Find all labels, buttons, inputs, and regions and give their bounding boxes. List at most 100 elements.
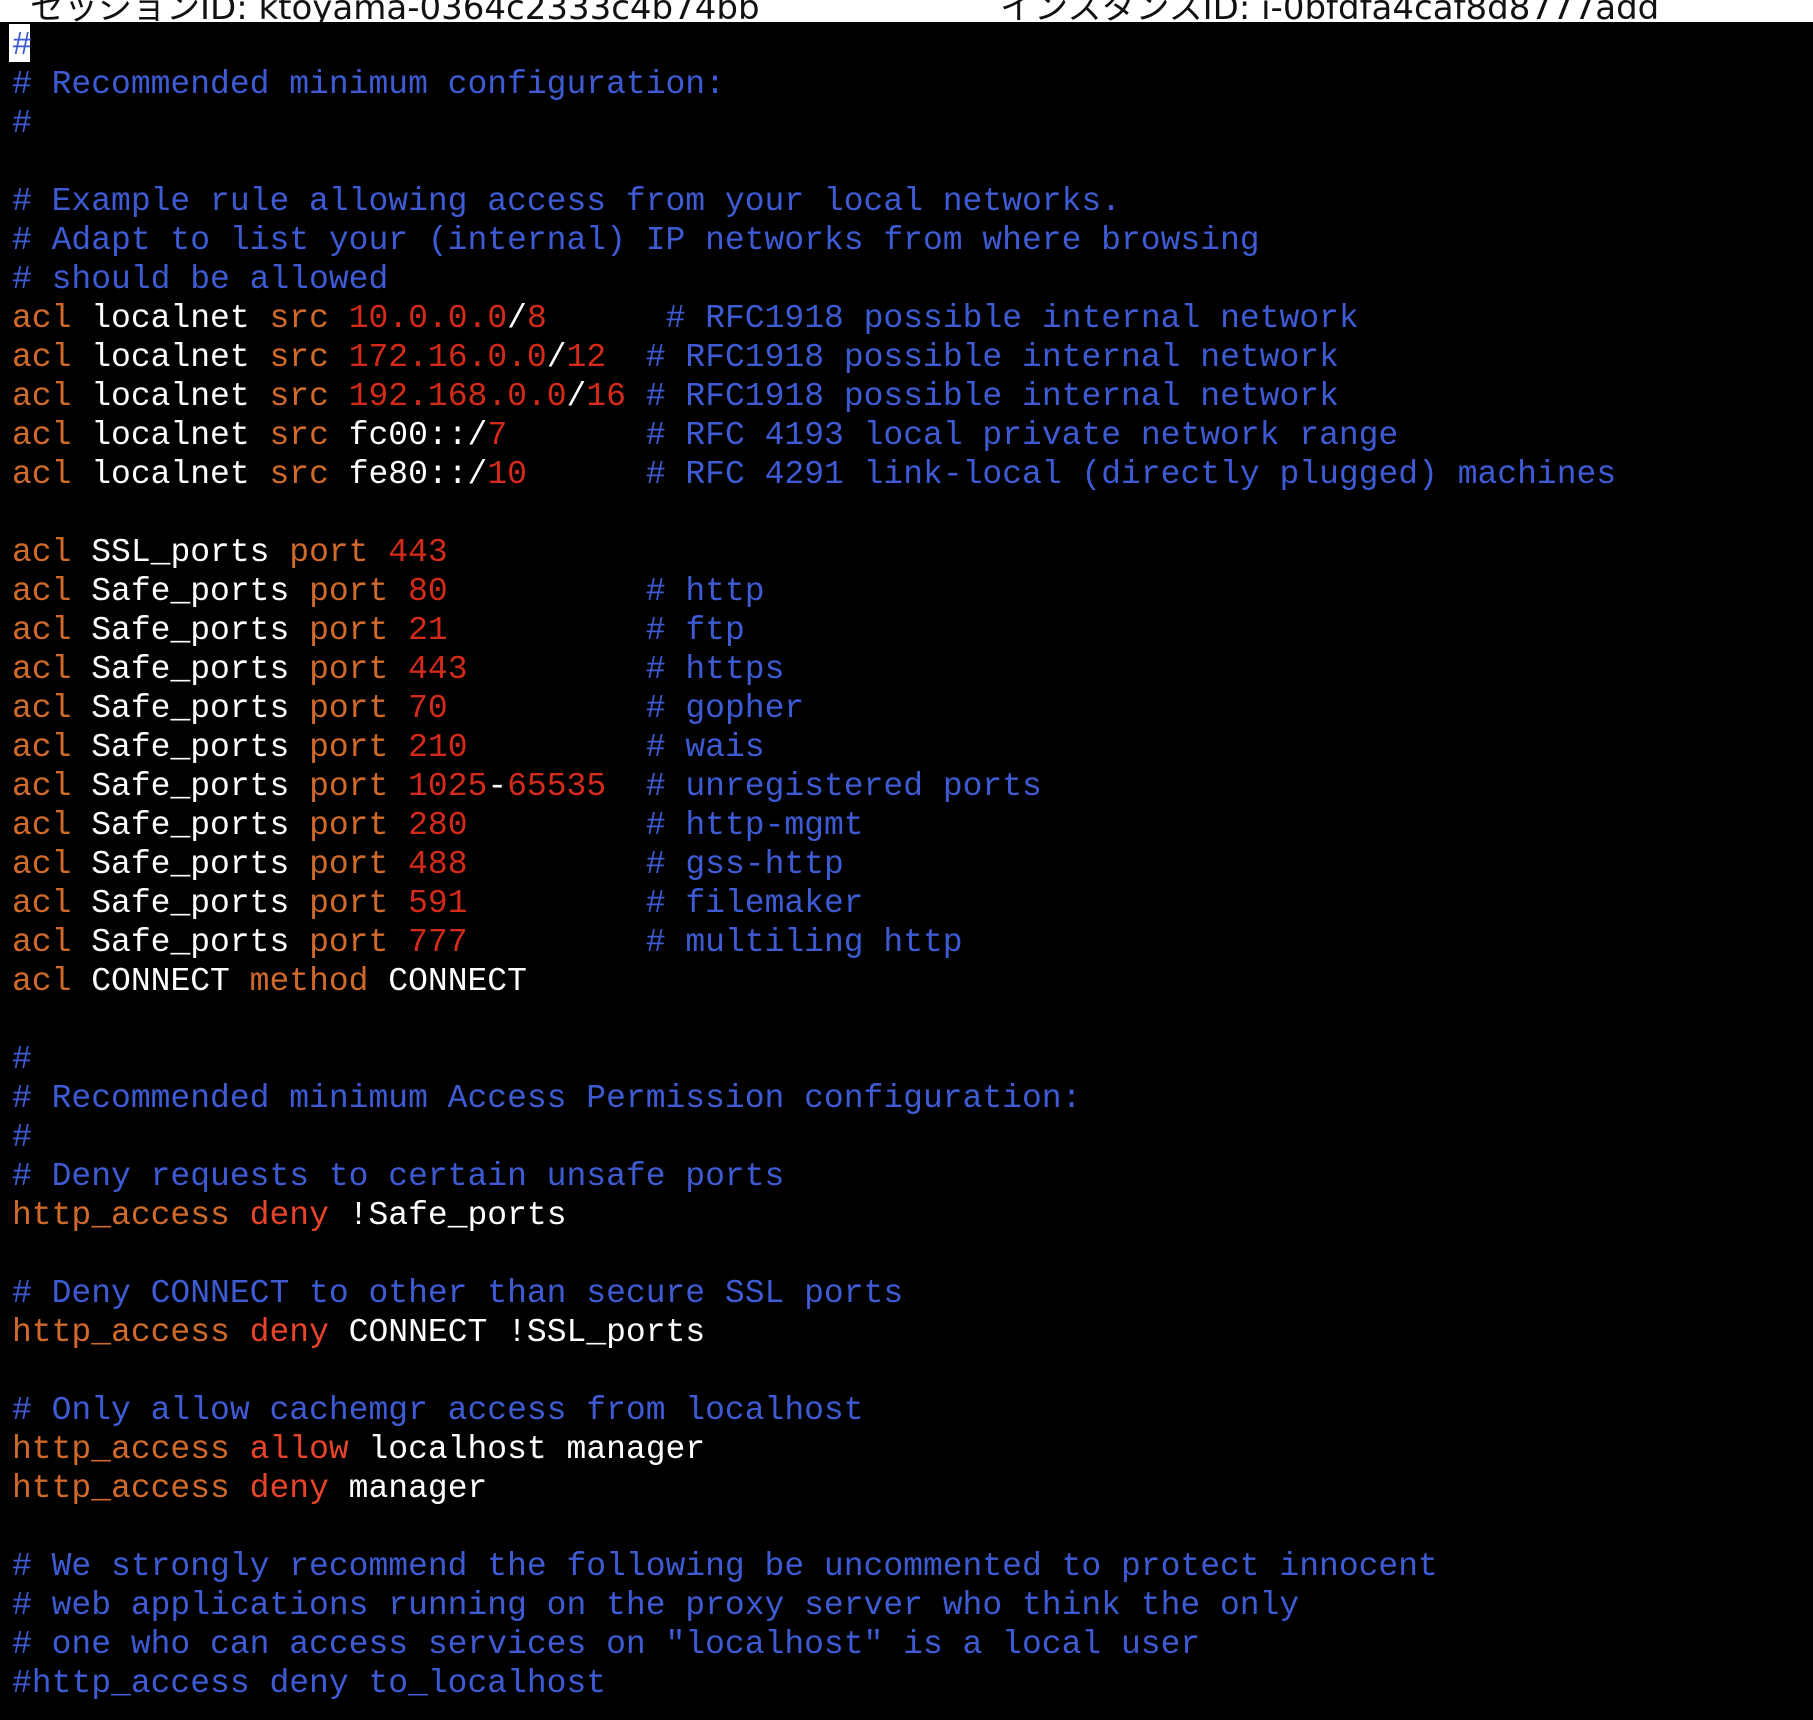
config-line: # Example rule allowing access from your… [12,182,1616,221]
config-line: # Only allow cachemgr access from localh… [12,1391,1616,1430]
token-kw: src [269,378,329,415]
token-op: deny [249,1314,329,1351]
token-tx [388,729,408,766]
token-kw: acl [12,651,72,688]
token-op: deny [249,1470,329,1507]
token-kw: http_access [12,1314,230,1351]
token-kw: src [269,339,329,376]
token-c: # Adapt to list your (internal) IP netwo… [12,222,1260,259]
config-line: acl Safe_ports port 591 # filemaker [12,884,1616,923]
config-file-content[interactable]: # # Recommended minimum configuration: # #… [12,26,1616,1703]
token-kw: acl [12,690,72,727]
token-num: 210 [408,729,468,766]
token-tx [468,729,646,766]
config-line: acl localnet src 10.0.0.0/8 # RFC1918 po… [12,299,1616,338]
config-line: # [12,1118,1616,1157]
config-line: http_access deny manager [12,1469,1616,1508]
token-kw: acl [12,456,72,493]
token-kw: port [309,612,389,649]
token-tx: Safe_ports [71,807,310,844]
token-tx [388,690,408,727]
token-num: 192.168.0.0 [348,378,567,415]
token-tx: CONNECT [71,963,250,1000]
config-line: acl Safe_ports port 210 # wais [12,728,1616,767]
token-c: #http_access deny to_localhost [12,1665,607,1702]
config-line: acl Safe_ports port 1025-65535 # unregis… [12,767,1616,806]
token-tx: CONNECT [368,963,527,1000]
token-c: # We strongly recommend the following be… [12,1548,1438,1585]
token-num: 591 [408,885,468,922]
config-line: # Deny CONNECT to other than secure SSL … [12,1274,1616,1313]
token-tx [468,885,646,922]
token-kw: acl [12,300,72,337]
token-c: # [12,1119,32,1156]
token-kw: http_access [12,1431,230,1468]
token-num: 70 [408,690,448,727]
token-tx: !Safe_ports [328,1197,567,1234]
config-line: # [12,26,1616,65]
token-kw: acl [12,378,72,415]
config-line: http_access deny CONNECT !SSL_ports [12,1313,1616,1352]
token-c: # RFC1918 possible internal network [665,300,1359,337]
config-line: http_access allow localhost manager [12,1430,1616,1469]
token-tx: manager [328,1470,488,1507]
token-c: # [12,1041,32,1078]
token-tx [468,651,646,688]
token-c: # should be allowed [12,261,389,298]
token-tx: Safe_ports [71,768,310,805]
config-line: # [12,104,1616,143]
token-tx: fe80::/ [328,456,488,493]
token-tx: Safe_ports [71,885,310,922]
token-tx: CONNECT !SSL_ports [328,1314,706,1351]
token-tx: localhost manager [348,1431,706,1468]
token-kw: acl [12,924,72,961]
token-tx [388,846,408,883]
token-kw: acl [12,846,72,883]
config-line: # [12,1040,1616,1079]
token-kw: port [309,924,389,961]
token-kw: acl [12,807,72,844]
token-tx [388,612,408,649]
token-tx [230,1431,250,1468]
token-tx [448,612,646,649]
token-tx [507,417,646,454]
token-num: 8 [526,300,547,337]
config-line: # Adapt to list your (internal) IP netwo… [12,221,1616,260]
token-tx [230,1197,250,1234]
token-tx [547,300,666,337]
token-kw: acl [12,768,72,805]
token-num: 172.16.0.0 [348,339,547,376]
token-kw: acl [12,612,72,649]
token-tx: / [566,378,587,415]
token-kw: acl [12,534,72,571]
config-line: acl SSL_ports port 443 [12,533,1616,572]
config-line: acl Safe_ports port 443 # https [12,650,1616,689]
session-id-label: セッションID: ktoyama-0364c2333c4b74bb [30,0,760,22]
config-line: acl CONNECT method CONNECT [12,962,1616,1001]
token-tx [527,456,646,493]
config-line: acl localnet src 192.168.0.0/16 # RFC191… [12,377,1616,416]
token-num: 443 [388,534,448,571]
token-kw: port [309,807,389,844]
config-line: acl localnet src 172.16.0.0/12 # RFC1918… [12,338,1616,377]
config-line: # one who can access services on "localh… [12,1625,1616,1664]
token-tx: Safe_ports [71,729,310,766]
terminal-window[interactable]: # # Recommended minimum configuration: # #… [0,22,1813,1720]
token-c: # RFC1918 possible internal network [645,339,1339,376]
token-c: # Deny CONNECT to other than secure SSL … [12,1275,904,1312]
token-tx [368,534,388,571]
token-kw: port [309,768,389,805]
config-line: acl Safe_ports port 80 # http [12,572,1616,611]
token-c: # filemaker [645,885,864,922]
token-c: # Recommended minimum configuration: [12,66,725,103]
token-kw: method [249,963,369,1000]
token-c: # ftp [645,612,745,649]
config-line: # Deny requests to certain unsafe ports [12,1157,1616,1196]
token-tx [388,807,408,844]
config-line: # Recommended minimum Access Permission … [12,1079,1616,1118]
token-tx [388,573,408,610]
token-num: 12 [566,339,607,376]
token-tx [448,573,646,610]
